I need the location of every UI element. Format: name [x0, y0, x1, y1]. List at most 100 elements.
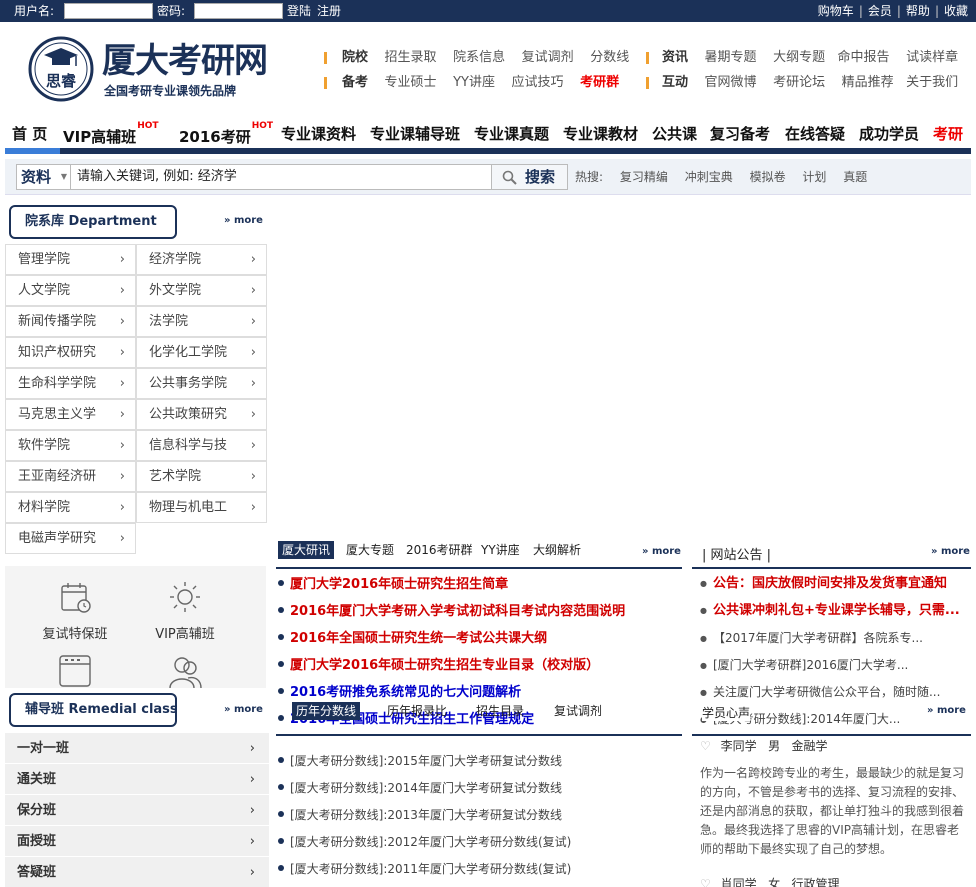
- dept-item[interactable]: 生命科学学院 ›: [5, 368, 136, 399]
- notice-item[interactable]: 公共课冲刺礼包+专业课学长辅导，只需...: [700, 604, 960, 618]
- dept-item[interactable]: 经济学院 ›: [136, 244, 267, 275]
- dept-item[interactable]: 软件学院 ›: [5, 430, 136, 461]
- score-item[interactable]: [厦大考研分数线]:2015年厦门大学考研复试分数线: [278, 754, 562, 768]
- tab-past-scores[interactable]: 历年分数线: [292, 702, 361, 720]
- remedial-item[interactable]: 通关班 ›: [5, 764, 269, 795]
- main-nav-success[interactable]: 成功学员: [859, 125, 919, 143]
- dept-item[interactable]: 艺术学院 ›: [136, 461, 267, 492]
- news-item[interactable]: 厦门大学2016年硕士研究生招生简章: [278, 577, 508, 593]
- news-more-link[interactable]: » more: [642, 546, 681, 558]
- remedial-item[interactable]: 保分班 ›: [5, 795, 269, 826]
- help-link[interactable]: 帮助: [906, 4, 930, 18]
- tab-yy-lecture[interactable]: YY讲座: [477, 541, 524, 559]
- search-button[interactable]: 搜索: [492, 164, 568, 190]
- tab-xmu-news[interactable]: 厦大研讯: [278, 541, 335, 559]
- score-item[interactable]: [厦大考研分数线]:2013年厦门大学考研复试分数线: [278, 808, 562, 822]
- users-icon[interactable]: [168, 654, 202, 688]
- score-item[interactable]: [厦大考研分数线]:2011年厦门大学考研分数线(复试): [278, 862, 571, 876]
- score-item[interactable]: [厦大考研分数线]:2014年厦门大学考研复试分数线: [278, 781, 562, 795]
- search-input[interactable]: 请输入关键词, 例如: 经济学: [71, 164, 492, 190]
- notice-item[interactable]: 【2017年厦门大学考研群】各院系专...: [700, 631, 923, 646]
- dept-item[interactable]: 马克思主义学 ›: [5, 399, 136, 430]
- nav-admission[interactable]: 招生录取: [385, 50, 437, 65]
- quick-vip-class[interactable]: VIP高辅班: [135, 580, 235, 643]
- notice-item[interactable]: 公告：国庆放假时间安排及发货事宜通知: [700, 577, 947, 591]
- nav-dept-info[interactable]: 院系信息: [453, 50, 505, 65]
- tab-outline[interactable]: 大纲解析: [529, 541, 585, 559]
- dept-item[interactable]: 人文学院 ›: [5, 275, 136, 306]
- main-nav-public-course[interactable]: 公共课: [652, 125, 697, 143]
- nav-beikao[interactable]: 备考: [342, 75, 368, 90]
- remedial-item[interactable]: 面授班 ›: [5, 826, 269, 857]
- dept-item[interactable]: 电磁声学研究 ›: [5, 523, 136, 554]
- hot-term[interactable]: 真题: [843, 170, 867, 184]
- main-nav-textbooks[interactable]: 专业课教材: [563, 125, 638, 143]
- main-nav-qa[interactable]: 在线答疑: [785, 125, 845, 143]
- nav-sample-chapter[interactable]: 试读样章: [906, 50, 958, 65]
- news-item[interactable]: 厦门大学2016年硕士研究生招生专业目录（校对版）: [278, 658, 599, 674]
- nav-exam-tips[interactable]: 应试技巧: [512, 75, 564, 90]
- nav-zixun[interactable]: 资讯: [662, 50, 688, 65]
- dept-item[interactable]: 法学院 ›: [136, 306, 267, 337]
- news-item[interactable]: 2016考研推免系统常见的七大问题解析: [278, 685, 521, 701]
- tab-catalog[interactable]: 招生目录: [472, 702, 528, 720]
- nav-hit-report[interactable]: 命中报告: [838, 50, 890, 65]
- nav-featured[interactable]: 精品推荐: [842, 75, 894, 90]
- main-nav-kaoyan[interactable]: 考研: [933, 125, 963, 143]
- score-item[interactable]: [厦大考研分数线]:2012年厦门大学考研分数线(复试): [278, 835, 571, 849]
- password-input[interactable]: [194, 3, 283, 19]
- nav-summer-topic[interactable]: 暑期专题: [705, 50, 757, 65]
- member-link[interactable]: 会员: [868, 4, 892, 18]
- notice-item[interactable]: [厦门大学考研群]2016厦门大学考...: [700, 658, 908, 673]
- nav-yy-lecture[interactable]: YY讲座: [453, 75, 495, 90]
- register-link[interactable]: 注册: [317, 4, 341, 18]
- main-nav-2016[interactable]: 2016考研HOT: [179, 121, 273, 146]
- dept-item[interactable]: 信息科学与技 ›: [136, 430, 267, 461]
- nav-kaoyan-group[interactable]: 考研群: [580, 75, 619, 90]
- calendar-icon[interactable]: [58, 654, 92, 688]
- dept-item[interactable]: 化学化工学院 ›: [136, 337, 267, 368]
- site-logo[interactable]: 思睿 厦大考研网 全国考研专业课领先品牌: [26, 36, 268, 102]
- nav-weibo[interactable]: 官网微博: [705, 75, 757, 90]
- hot-term[interactable]: 复习精编: [620, 170, 668, 184]
- quick-retest-class[interactable]: 复试特保班: [25, 580, 125, 643]
- tab-xmu-topic[interactable]: 厦大专题: [342, 541, 398, 559]
- nav-hudong[interactable]: 互动: [662, 75, 688, 90]
- news-item[interactable]: 2016年全国硕士研究生统一考试公共课大纲: [278, 631, 547, 647]
- nav-about-us[interactable]: 关于我们: [906, 75, 958, 90]
- dept-item[interactable]: 管理学院 ›: [5, 244, 136, 275]
- department-more-link[interactable]: » more: [224, 215, 263, 227]
- dept-item[interactable]: 物理与机电工 ›: [136, 492, 267, 523]
- nav-forum[interactable]: 考研论坛: [773, 75, 825, 90]
- main-nav-home[interactable]: 首 页: [12, 125, 47, 143]
- dept-item[interactable]: 公共政策研究 ›: [136, 399, 267, 430]
- remedial-more-link[interactable]: » more: [224, 704, 263, 716]
- dept-item[interactable]: 材料学院 ›: [5, 492, 136, 523]
- main-nav-review[interactable]: 复习备考: [710, 125, 770, 143]
- search-category-select[interactable]: 资料 ▼: [16, 164, 71, 190]
- nav-retest[interactable]: 复试调剂: [522, 50, 574, 65]
- nav-score-line[interactable]: 分数线: [590, 50, 629, 65]
- dept-item[interactable]: 王亚南经济研 ›: [5, 461, 136, 492]
- tab-2016-group[interactable]: 2016考研群: [402, 541, 477, 559]
- nav-yuanxiao[interactable]: 院校: [342, 50, 368, 65]
- news-item[interactable]: 2016年厦门大学考研入学考试初试科目考试内容范围说明: [278, 604, 625, 620]
- main-nav-materials[interactable]: 专业课资料: [281, 125, 356, 143]
- login-link[interactable]: 登陆: [287, 4, 311, 18]
- notice-item[interactable]: 关注厦门大学考研微信公众平台，随时随...: [700, 685, 940, 700]
- username-input[interactable]: [64, 3, 153, 19]
- hot-term[interactable]: 计划: [802, 170, 826, 184]
- remedial-item[interactable]: 答疑班 ›: [5, 857, 269, 887]
- hot-term[interactable]: 冲刺宝典: [685, 170, 733, 184]
- notice-more-link[interactable]: » more: [931, 546, 970, 558]
- favorite-link[interactable]: 收藏: [944, 4, 968, 18]
- main-nav-vip[interactable]: VIP高辅班HOT: [63, 121, 159, 146]
- nav-outline-topic[interactable]: 大纲专题: [773, 50, 825, 65]
- dept-item[interactable]: 知识产权研究 ›: [5, 337, 136, 368]
- hot-term[interactable]: 模拟卷: [750, 170, 786, 184]
- dept-item[interactable]: 外文学院 ›: [136, 275, 267, 306]
- main-nav-past-papers[interactable]: 专业课真题: [474, 125, 549, 143]
- nav-professional-master[interactable]: 专业硕士: [385, 75, 437, 90]
- dept-item[interactable]: 新闻传播学院 ›: [5, 306, 136, 337]
- tab-retest-adjust[interactable]: 复试调剂: [550, 702, 606, 720]
